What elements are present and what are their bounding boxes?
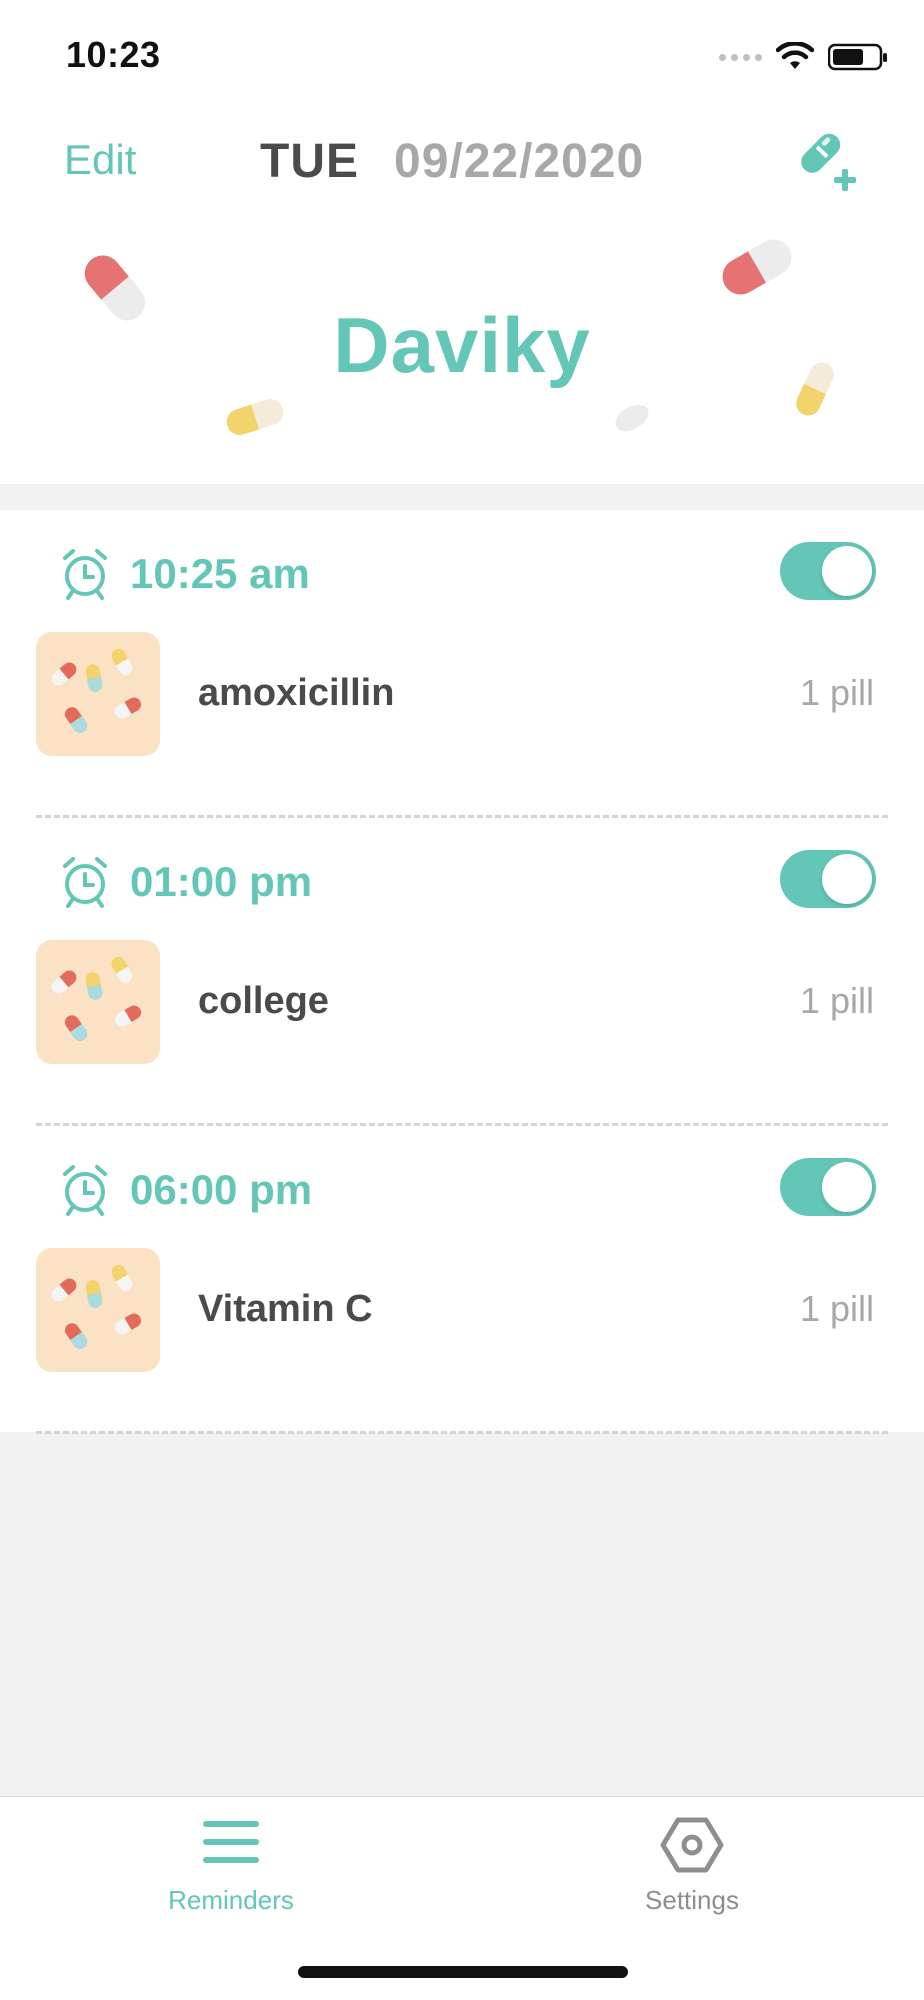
medicine-thumbnail: [36, 940, 160, 1064]
dashed-divider: [36, 1431, 888, 1434]
toggle-knob: [822, 1162, 872, 1212]
gear-icon: [660, 1817, 724, 1873]
menu-list-icon: [203, 1821, 259, 1863]
edit-button[interactable]: Edit: [64, 136, 136, 184]
wifi-icon: [776, 42, 814, 69]
reminder-item[interactable]: 06:00 pm Vitamin C 1 pill: [0, 1126, 924, 1434]
pills-icon: [51, 956, 142, 1041]
dose-label: 1 pill: [799, 1288, 874, 1329]
medicine-name: college: [198, 980, 329, 1022]
header: 10:23 Edit TUE 09/22/2020 Daviky: [0, 0, 924, 484]
day-label: TUE: [260, 135, 359, 188]
tab-settings[interactable]: Settings: [542, 1797, 842, 1947]
red-pill-decoration: [722, 239, 792, 295]
reminder-item[interactable]: 10:25 am amoxicillin 1 pill: [0, 510, 924, 818]
reminder-toggle[interactable]: [780, 542, 876, 600]
alarm-time: 01:00 pm: [130, 858, 313, 905]
alarm-time: 06:00 pm: [130, 1166, 313, 1213]
medicine-thumbnail: [36, 632, 160, 756]
tab-settings-label: Settings: [645, 1885, 739, 1915]
dose-label: 1 pill: [799, 672, 874, 713]
alarm-row: 10:25 am: [60, 544, 310, 604]
reminder-toggle[interactable]: [780, 850, 876, 908]
date-label: 09/22/2020: [394, 135, 645, 188]
status-icons: [719, 40, 888, 74]
reminder-item[interactable]: 01:00 pm college 1 pill: [0, 818, 924, 1126]
status-time: 10:23: [66, 34, 161, 75]
nav-row: Edit TUE 09/22/2020: [0, 128, 924, 198]
home-indicator: [298, 1966, 628, 1978]
alarm-clock-icon: [63, 549, 107, 600]
tablet-decoration: [615, 404, 649, 432]
medicine-name: amoxicillin: [198, 672, 395, 714]
alarm-clock-icon: [63, 1165, 107, 1216]
tab-reminders-label: Reminders: [168, 1885, 294, 1915]
medicine-thumbnail: [36, 1248, 160, 1372]
medicine-name: Vitamin C: [198, 1288, 373, 1330]
pills-icon: [51, 1264, 142, 1349]
reminder-list: 10:25 am amoxicillin 1 pill 01:00 pm col…: [0, 510, 924, 1434]
signal-icon: [719, 53, 762, 61]
add-pill-icon: [801, 133, 856, 191]
add-pill-button[interactable]: [794, 128, 860, 194]
alarm-time: 10:25 am: [130, 550, 310, 597]
tab-reminders[interactable]: Reminders: [81, 1797, 381, 1947]
pills-icon: [51, 648, 142, 733]
toggle-knob: [822, 546, 872, 596]
reminder-toggle[interactable]: [780, 1158, 876, 1216]
alarm-row: 06:00 pm: [60, 1160, 312, 1220]
toggle-knob: [822, 854, 872, 904]
battery-icon: [828, 43, 887, 71]
alarm-row: 01:00 pm: [60, 852, 312, 912]
dose-label: 1 pill: [799, 980, 874, 1021]
alarm-clock-icon: [63, 857, 107, 908]
yellow-pill-decoration: [226, 399, 284, 435]
app-name: Daviky: [333, 301, 591, 389]
